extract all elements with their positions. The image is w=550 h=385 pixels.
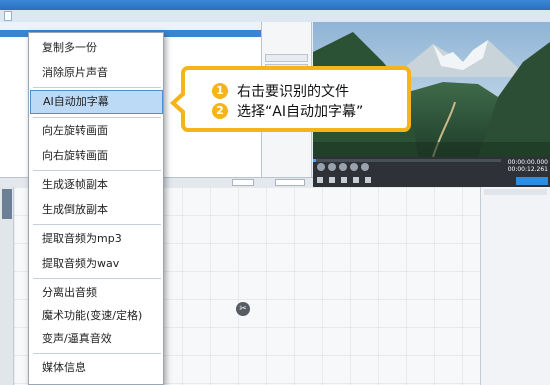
track-header (0, 187, 14, 385)
snapshot-icon[interactable] (329, 177, 335, 183)
step-text: 右击要识别的文件 (237, 84, 349, 100)
menu-item-voice-change[interactable]: 变声/逼真音效 (29, 327, 165, 351)
menu-item-rotate-right[interactable]: 向右旋转画面 (29, 144, 165, 168)
property-row (484, 231, 547, 237)
clip-thumbnail[interactable] (2, 189, 12, 219)
menu-separator (33, 170, 161, 171)
menu-tab[interactable] (48, 11, 54, 21)
callout-step-2: 2 选择“AI自动加字幕” (212, 102, 363, 120)
menu-tab[interactable] (20, 11, 26, 21)
menu-separator (33, 278, 161, 279)
setting-row (265, 45, 308, 52)
title-bar (0, 0, 550, 10)
menu-item-separate-audio[interactable]: 分离出音频 (29, 281, 165, 305)
settings-button[interactable] (265, 54, 308, 62)
menu-separator (33, 87, 161, 88)
playback-progress-bar[interactable] (313, 159, 501, 162)
fullscreen-icon[interactable] (353, 177, 359, 183)
share-icon[interactable] (365, 177, 371, 183)
menu-item-duplicate[interactable]: 复制多一份 (29, 36, 165, 60)
menu-item-rotate-left[interactable]: 向左旋转画面 (29, 119, 165, 143)
stop-button[interactable] (328, 163, 336, 171)
menu-item-mute-original[interactable]: 消除原片声音 (29, 61, 165, 85)
menu-tab-active[interactable] (4, 11, 12, 21)
menu-item-extract-wav[interactable]: 提取音频为wav (29, 252, 165, 276)
next-frame-button[interactable] (350, 163, 358, 171)
loop-button[interactable] (361, 163, 369, 171)
menu-item-reverse-copy[interactable]: 生成倒放副本 (29, 198, 165, 222)
callout-pointer-inner (176, 95, 185, 111)
menu-item-frame-copy[interactable]: 生成逐帧副本 (29, 173, 165, 197)
menu-bar (0, 10, 550, 22)
instruction-callout: 1 右击要识别的文件 2 选择“AI自动加字幕” (181, 66, 411, 132)
current-time: 00:00:00.000 (507, 159, 548, 166)
setting-row (265, 31, 308, 38)
menu-tab[interactable] (34, 11, 40, 21)
total-time: 00:00:12.261 (507, 166, 548, 173)
context-menu: 复制多一份 消除原片声音 AI自动加字幕 向左旋转画面 向右旋转画面 生成逐帧副… (28, 32, 164, 385)
folder-icon[interactable] (341, 177, 347, 183)
prev-frame-button[interactable] (339, 163, 347, 171)
player-controls: 00:00:00.000 00:00:12.261 (313, 157, 550, 187)
step-number-badge: 2 (212, 103, 228, 119)
menu-item-ai-subtitles[interactable]: AI自动加字幕 (30, 90, 163, 114)
menu-item-extract-mp3[interactable]: 提取音频为mp3 (29, 227, 165, 251)
list-action-button[interactable] (232, 179, 254, 186)
setting-row (265, 38, 308, 45)
step-number-badge: 1 (212, 83, 228, 99)
media-list-header (0, 22, 261, 30)
menu-separator (33, 117, 161, 118)
list-action-button[interactable] (275, 179, 305, 186)
menu-item-media-info[interactable]: 媒体信息 (29, 356, 165, 380)
menu-separator (33, 353, 161, 354)
export-button[interactable] (516, 177, 548, 185)
menu-separator (33, 224, 161, 225)
menu-item-magic-function[interactable]: 魔术功能(变速/定格) (29, 304, 165, 328)
properties-panel (480, 187, 550, 385)
crop-icon[interactable] (317, 177, 323, 183)
step-text: 选择“AI自动加字幕” (237, 104, 364, 120)
setting-row (265, 24, 308, 31)
scissors-icon[interactable]: ✂ (236, 302, 250, 316)
play-button[interactable] (317, 163, 325, 171)
menu-tab[interactable] (62, 11, 68, 21)
callout-step-1: 1 右击要识别的文件 (212, 82, 349, 100)
